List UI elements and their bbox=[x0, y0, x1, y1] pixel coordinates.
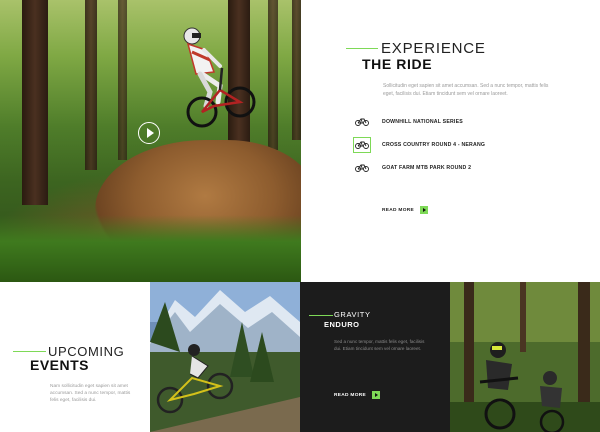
hero-image bbox=[0, 0, 301, 282]
event-item-cross-country[interactable]: CROSS COUNTRY ROUND 4 - NERANG bbox=[353, 133, 573, 156]
section-title-bold: ENDURO bbox=[324, 320, 360, 329]
read-more-label: READ MORE bbox=[334, 392, 367, 398]
accent-line bbox=[346, 48, 378, 49]
event-label: DOWNHILL NATIONAL SERIES bbox=[382, 118, 463, 125]
play-video-button[interactable] bbox=[138, 122, 160, 144]
bike-icon bbox=[353, 160, 371, 176]
bike-icon bbox=[353, 136, 371, 153]
accent-line bbox=[309, 315, 333, 316]
experience-section: EXPERIENCE THE RIDE Sollicitudin eget sa… bbox=[301, 0, 600, 282]
read-more-link[interactable]: READ MORE bbox=[334, 391, 381, 399]
gravity-enduro-section: GRAVITY ENDURO Sed a nunc tempor, mattis… bbox=[300, 282, 450, 432]
tree-trunk bbox=[268, 0, 278, 150]
event-list: DOWNHILL NATIONAL SERIES CROSS COUNTRY R… bbox=[353, 110, 573, 179]
tree-trunk bbox=[85, 0, 97, 170]
section-title-light: EXPERIENCE bbox=[381, 40, 486, 57]
riders-image bbox=[450, 282, 600, 432]
section-description: Sollicitudin eget sapien sit amet accums… bbox=[383, 83, 549, 97]
section-description: Nam sollicitudin eget sapien sit amet ac… bbox=[50, 384, 131, 403]
event-item-goat-farm[interactable]: GOAT FARM MTB PARK ROUND 2 bbox=[353, 156, 573, 179]
tree-trunk bbox=[22, 0, 48, 205]
arrow-right-icon bbox=[420, 206, 429, 214]
event-item-downhill[interactable]: DOWNHILL NATIONAL SERIES bbox=[353, 110, 573, 133]
event-label: CROSS COUNTRY ROUND 4 - NERANG bbox=[382, 141, 486, 148]
mountain-rider-image bbox=[150, 282, 300, 432]
read-more-label: READ MORE bbox=[382, 207, 415, 213]
section-description: Sed a nunc tempor, mattis felis eget, fa… bbox=[334, 339, 425, 351]
tree-trunk bbox=[292, 0, 301, 140]
accent-line bbox=[13, 351, 46, 352]
bike-icon bbox=[353, 114, 371, 130]
event-label: GOAT FARM MTB PARK ROUND 2 bbox=[382, 164, 472, 171]
tree-trunk bbox=[118, 0, 127, 160]
arrow-right-icon bbox=[372, 391, 381, 399]
section-title-bold: EVENTS bbox=[30, 357, 90, 373]
rider-illustration bbox=[183, 27, 256, 128]
grass bbox=[0, 215, 301, 282]
section-title-light: GRAVITY bbox=[334, 310, 371, 319]
upcoming-events-section: UPCOMING EVENTS Nam sollicitudin eget sa… bbox=[0, 282, 150, 432]
read-more-link[interactable]: READ MORE bbox=[382, 206, 429, 214]
section-title-bold: THE RIDE bbox=[362, 56, 433, 72]
